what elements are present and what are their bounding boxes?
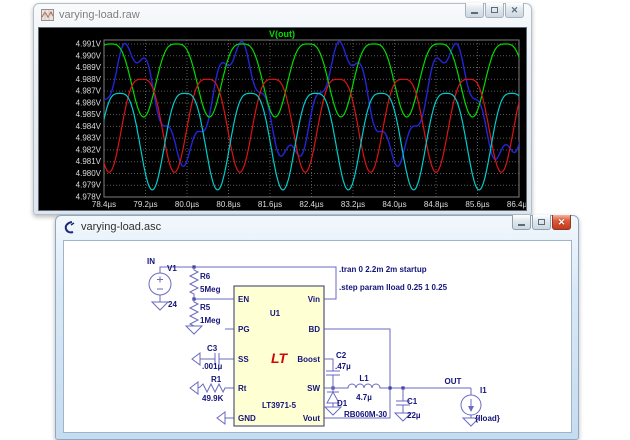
component-v1[interactable]: IN V1 24: [147, 257, 177, 310]
minimize-button[interactable]: [512, 215, 531, 230]
component-r6[interactable]: R6 5Meg: [190, 267, 221, 299]
svg-text:22µ: 22µ: [407, 411, 421, 420]
waveform-window-title: varying-load.raw: [59, 9, 140, 21]
minimize-icon: [471, 12, 478, 14]
svg-text:RB060M-30: RB060M-30: [344, 410, 388, 419]
svg-text:Rt: Rt: [238, 384, 247, 393]
svg-text:R1: R1: [211, 375, 222, 384]
svg-text:4.986V: 4.986V: [76, 98, 102, 107]
component-c2[interactable]: C2 .47µ: [324, 351, 351, 388]
svg-text:4.7µ: 4.7µ: [356, 393, 372, 402]
raw-file-icon: [41, 9, 54, 21]
minimize-button[interactable]: [465, 3, 484, 18]
gnd-pin-ground: [217, 412, 234, 424]
svg-text:79.2µs: 79.2µs: [133, 200, 157, 209]
component-r5[interactable]: R5 1Meg: [186, 299, 221, 334]
component-r1[interactable]: R1 49.9K: [190, 375, 234, 403]
svg-text:82.4µs: 82.4µs: [299, 200, 323, 209]
svg-text:49.9K: 49.9K: [202, 394, 224, 403]
svg-text:Vout: Vout: [303, 414, 321, 423]
component-c1[interactable]: C1 22µ: [395, 388, 421, 421]
x-axis-labels: 78.4µs 79.2µs 80.0µs 80.8µs 81.6µs 82.4µs 83.2…: [92, 200, 526, 209]
svg-text:84.8µs: 84.8µs: [424, 200, 448, 209]
svg-text:SS: SS: [238, 355, 249, 364]
svg-text:C3: C3: [207, 344, 218, 353]
svg-text:.001µ: .001µ: [202, 362, 223, 371]
svg-text:4.979V: 4.979V: [76, 181, 102, 190]
component-u1-lt3971[interactable]: EN PG SS Rt GND Vin BD Boost SW Vout U1 …: [234, 286, 324, 426]
schematic-titlebar[interactable]: varying-load.asc ✕: [56, 216, 578, 238]
spice-directive-tran[interactable]: .tran 0 2.2m 2m startup: [339, 265, 427, 274]
lt-logo: LT: [271, 350, 289, 366]
svg-text:24: 24: [168, 300, 177, 309]
svg-text:4.989V: 4.989V: [76, 63, 102, 72]
svg-text:C2: C2: [336, 351, 347, 360]
svg-text:80.8µs: 80.8µs: [216, 200, 240, 209]
waveform-window: varying-load.raw ✕ 4.991V4.990V4.989V4.9…: [33, 3, 532, 215]
close-icon: ✕: [511, 6, 519, 15]
svg-text:81.6µs: 81.6µs: [258, 200, 282, 209]
svg-text:86.4µs: 86.4µs: [507, 200, 526, 209]
asc-file-icon: [63, 221, 76, 234]
svg-text:84.0µs: 84.0µs: [382, 200, 406, 209]
component-c3[interactable]: C3 .001µ: [192, 344, 234, 371]
svg-text:4.980V: 4.980V: [76, 169, 102, 178]
maximize-icon: [491, 7, 498, 13]
svg-text:GND: GND: [238, 414, 256, 423]
svg-text:5Meg: 5Meg: [200, 285, 221, 294]
svg-text:83.2µs: 83.2µs: [341, 200, 365, 209]
waveform-titlebar[interactable]: varying-load.raw ✕: [34, 4, 531, 26]
svg-text:4.988V: 4.988V: [76, 75, 102, 84]
svg-text:SW: SW: [307, 384, 320, 393]
net-label-out: OUT: [445, 377, 462, 386]
svg-text:PG: PG: [238, 325, 250, 334]
svg-text:.47µ: .47µ: [335, 362, 351, 371]
svg-text:4.990V: 4.990V: [76, 51, 102, 60]
schematic-window-title: varying-load.asc: [81, 221, 161, 233]
svg-text:4.991V: 4.991V: [76, 40, 102, 49]
schematic-window: varying-load.asc ✕: [55, 215, 579, 440]
waveform-plot-canvas[interactable]: 4.991V 4.990V 4.989V 4.988V 4.987V 4.986V 4.98…: [38, 27, 527, 211]
maximize-button[interactable]: [532, 215, 551, 230]
schematic-canvas[interactable]: IN V1 24 R6 5Meg R5 1Meg C3: [63, 240, 572, 433]
ic-partnumber: LT3971-5: [262, 401, 297, 410]
close-button[interactable]: ✕: [505, 3, 524, 18]
ic-refdes: U1: [270, 309, 281, 318]
close-button[interactable]: ✕: [552, 215, 571, 230]
net-label-in: IN: [147, 257, 155, 266]
svg-text:4.982V: 4.982V: [76, 145, 102, 154]
svg-text:1Meg: 1Meg: [200, 316, 221, 325]
svg-text:I1: I1: [480, 386, 487, 395]
spice-directive-step[interactable]: .step param Iload 0.25 1 0.25: [339, 283, 448, 292]
svg-text:BD: BD: [308, 325, 320, 334]
minimize-icon: [518, 224, 525, 226]
y-axis-labels: 4.991V 4.990V 4.989V 4.988V 4.987V 4.986V 4.98…: [76, 40, 102, 202]
svg-text:78.4µs: 78.4µs: [92, 200, 116, 209]
svg-text:EN: EN: [238, 295, 249, 304]
svg-text:R5: R5: [200, 303, 211, 312]
svg-text:C1: C1: [407, 397, 418, 406]
svg-text:4.984V: 4.984V: [76, 122, 102, 131]
waveform-traces: [100, 42, 522, 190]
svg-text:4.985V: 4.985V: [76, 110, 102, 119]
trace-legend-vout[interactable]: V(out): [269, 29, 295, 39]
maximize-icon: [538, 219, 545, 225]
svg-text:V1: V1: [167, 264, 177, 273]
close-icon: ✕: [558, 218, 566, 227]
svg-text:L1: L1: [359, 374, 369, 383]
svg-text:4.987V: 4.987V: [76, 87, 102, 96]
svg-text:R6: R6: [200, 272, 211, 281]
svg-text:Vin: Vin: [308, 295, 320, 304]
maximize-button[interactable]: [485, 3, 504, 18]
svg-text:{Iload}: {Iload}: [475, 414, 500, 423]
svg-text:4.983V: 4.983V: [76, 134, 102, 143]
svg-text:4.981V: 4.981V: [76, 157, 102, 166]
component-i1[interactable]: I1 {Iload}: [461, 386, 500, 426]
svg-text:85.6µs: 85.6µs: [465, 200, 489, 209]
svg-text:Boost: Boost: [297, 355, 320, 364]
svg-text:80.0µs: 80.0µs: [175, 200, 199, 209]
svg-text:D1: D1: [337, 399, 348, 408]
component-l1[interactable]: L1 4.7µ: [333, 374, 390, 402]
plot-grid: [104, 40, 519, 197]
